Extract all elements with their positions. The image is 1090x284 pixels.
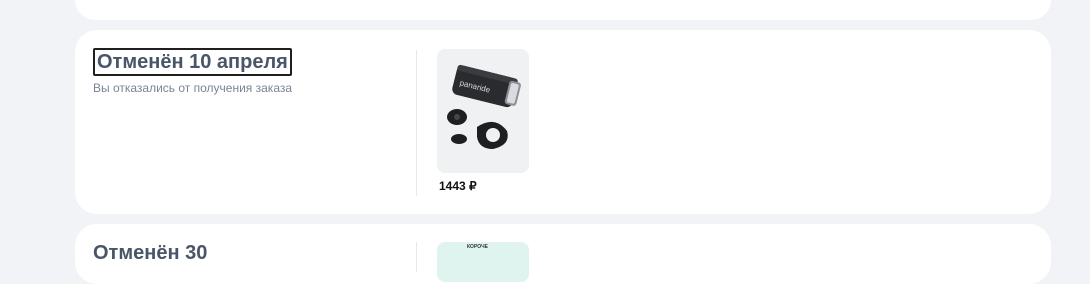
order-card[interactable]: Отменён 10 апреля Вы отказались от получ… (75, 30, 1051, 214)
product-image[interactable]: panaride (437, 49, 529, 173)
product-price: 1443 ₽ (439, 179, 477, 193)
order-card-previous (75, 0, 1051, 20)
product-image[interactable]: КОРОЧЕ (437, 242, 529, 282)
bike-light-product-image: panaride (447, 64, 521, 149)
order-status-subtitle: Вы отказались от получения заказа (93, 81, 293, 95)
order-card-next[interactable]: Отменён 30 КОРОЧЕ (75, 224, 1051, 284)
order-status-title[interactable]: Отменён 10 апреля (93, 48, 292, 76)
card-divider (416, 242, 417, 272)
order-status-title[interactable]: Отменён 30 (93, 242, 207, 265)
card-divider (416, 50, 417, 196)
product-badge: КОРОЧЕ (467, 244, 488, 250)
